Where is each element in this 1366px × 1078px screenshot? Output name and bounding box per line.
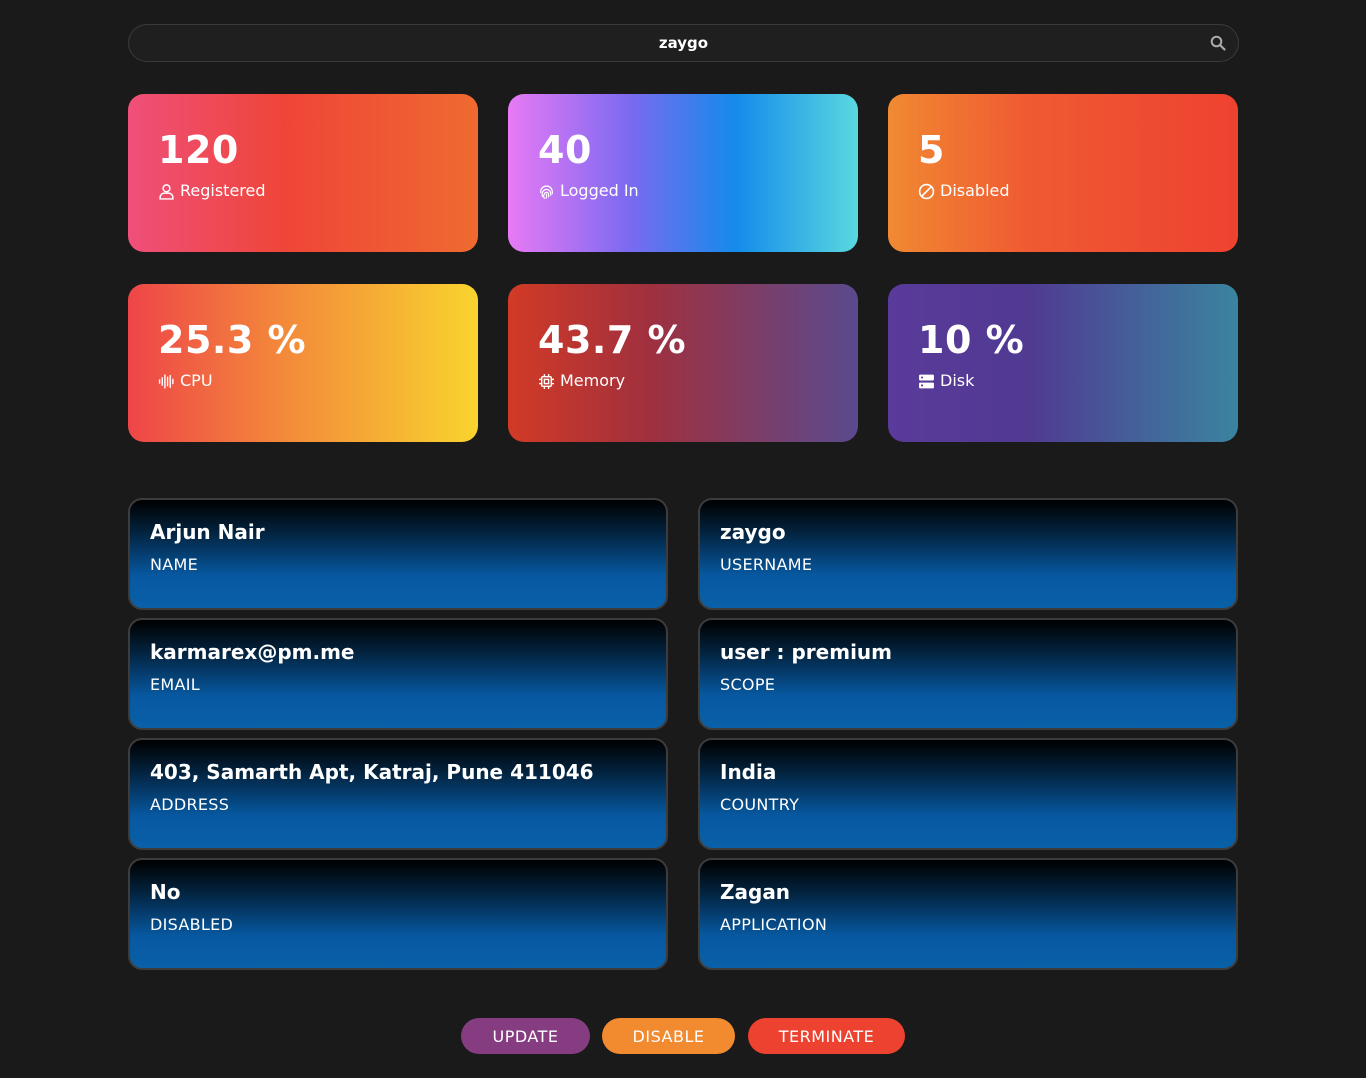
stat-label: Memory xyxy=(560,371,626,390)
stat-card-disk: 10 % Disk xyxy=(888,284,1238,442)
stat-label: Disk xyxy=(940,371,975,390)
stat-card-logged-in: 40 Logged In xyxy=(508,94,858,252)
info-label: ADDRESS xyxy=(150,795,230,814)
stat-label: Logged In xyxy=(560,181,639,200)
info-label: COUNTRY xyxy=(720,795,800,814)
stat-value: 40 xyxy=(538,128,592,172)
user-icon xyxy=(159,183,174,200)
info-card-name: Arjun Nair NAME xyxy=(128,498,668,610)
info-label: SCOPE xyxy=(720,675,776,694)
stat-label-row: Memory xyxy=(538,371,828,391)
info-value: Zagan xyxy=(720,880,791,904)
info-value: zaygo xyxy=(720,520,786,544)
info-value: India xyxy=(720,760,777,784)
waveform-icon xyxy=(158,373,174,389)
stat-card-cpu: 25.3 % CPU xyxy=(128,284,478,442)
info-card-username: zaygo USERNAME xyxy=(698,498,1238,610)
stat-label-row: Registered xyxy=(158,181,448,201)
info-value: 403, Samarth Apt, Katraj, Pune 411046 xyxy=(150,760,594,784)
info-card-scope: user : premium SCOPE xyxy=(698,618,1238,730)
update-button[interactable]: UPDATE xyxy=(461,1018,590,1054)
stat-label-row: CPU xyxy=(158,371,448,391)
info-value: Arjun Nair xyxy=(150,520,265,544)
stat-value: 25.3 % xyxy=(158,318,307,362)
info-label: APPLICATION xyxy=(720,915,828,934)
fingerprint-icon xyxy=(540,184,553,199)
info-card-email: karmarex@pm.me EMAIL xyxy=(128,618,668,730)
stat-label-row: Disabled xyxy=(918,181,1208,201)
info-card-address: 403, Samarth Apt, Katraj, Pune 411046 AD… xyxy=(128,738,668,850)
info-card-country: India COUNTRY xyxy=(698,738,1238,850)
chip-icon xyxy=(539,373,554,389)
info-value: No xyxy=(150,880,181,904)
info-value: karmarex@pm.me xyxy=(150,640,355,664)
stat-label-row: Logged In xyxy=(538,181,828,201)
stat-card-disabled: 5 Disabled xyxy=(888,94,1238,252)
info-card-disabled: No DISABLED xyxy=(128,858,668,970)
stat-label-row: Disk xyxy=(918,371,1208,391)
info-label: NAME xyxy=(150,555,199,574)
ban-icon xyxy=(918,183,935,199)
stat-card-registered: 120 Registered xyxy=(128,94,478,252)
info-label: EMAIL xyxy=(150,675,200,694)
stat-label: Registered xyxy=(180,181,266,200)
stat-label: CPU xyxy=(180,371,213,390)
search-icon[interactable] xyxy=(1210,35,1226,51)
stat-value: 10 % xyxy=(918,318,1025,362)
info-card-application: Zagan APPLICATION xyxy=(698,858,1238,970)
disable-button[interactable]: DISABLE xyxy=(602,1018,735,1054)
stat-value: 5 xyxy=(918,128,945,172)
stat-card-memory: 43.7 % Memory xyxy=(508,284,858,442)
server-icon xyxy=(919,374,934,388)
stat-value: 120 xyxy=(158,128,239,172)
stat-label: Disabled xyxy=(940,181,1010,200)
info-value: user : premium xyxy=(720,640,893,664)
search-input[interactable] xyxy=(233,34,1134,52)
info-label: USERNAME xyxy=(720,555,813,574)
info-label: DISABLED xyxy=(150,915,234,934)
stat-value: 43.7 % xyxy=(538,318,687,362)
search-bar[interactable] xyxy=(128,24,1239,62)
terminate-button[interactable]: TERMINATE xyxy=(748,1018,905,1054)
